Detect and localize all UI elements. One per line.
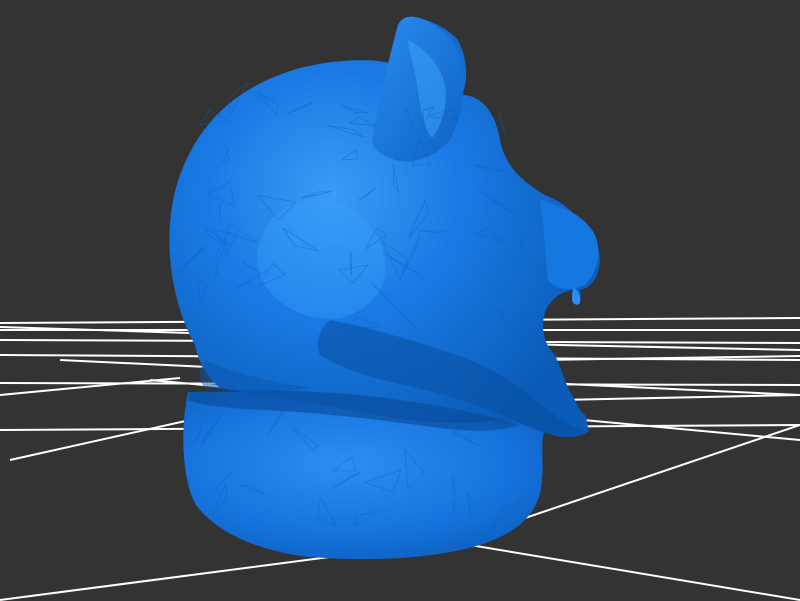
model-snout xyxy=(540,200,599,290)
grid-line xyxy=(9,419,191,461)
grid-line xyxy=(559,394,800,401)
3d-viewport[interactable] xyxy=(0,0,800,601)
bear-model[interactable] xyxy=(169,16,601,560)
grid-line xyxy=(559,344,800,351)
facet-edge xyxy=(499,112,507,137)
grid-line xyxy=(0,377,181,396)
scene-canvas[interactable] xyxy=(0,0,800,601)
